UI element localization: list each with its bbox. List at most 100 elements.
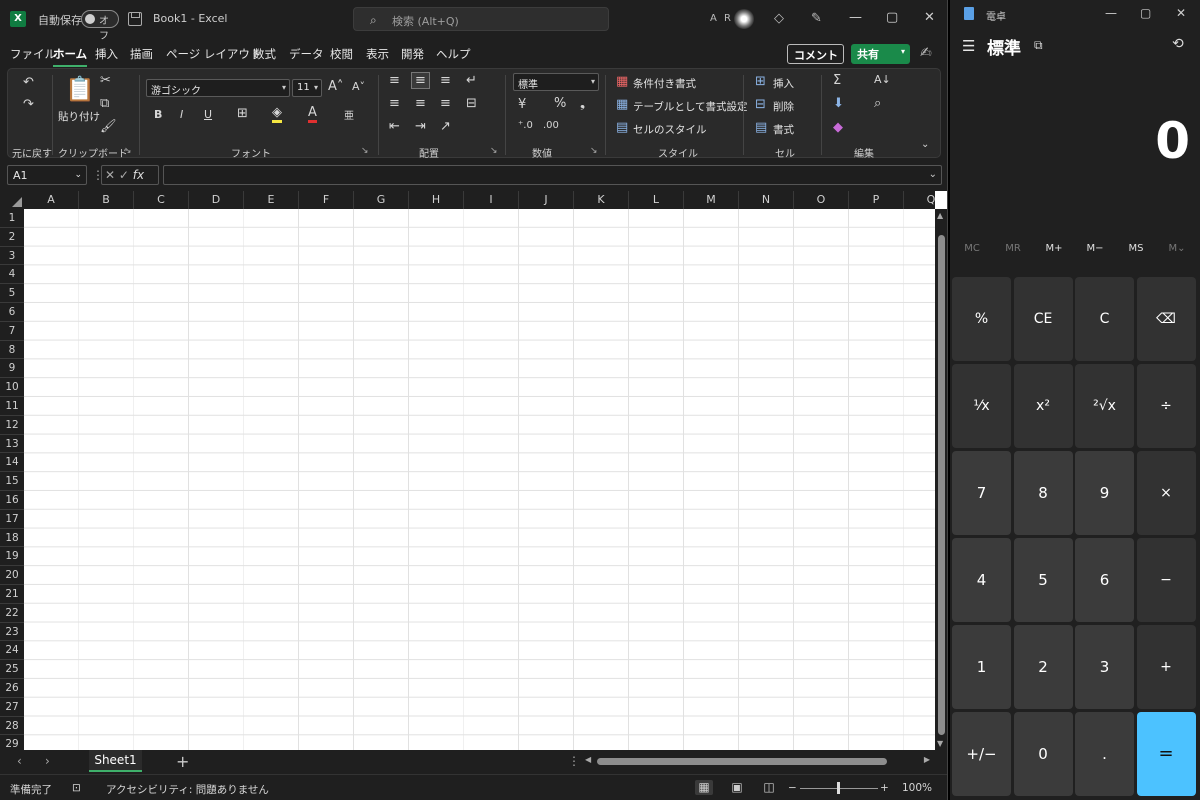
cell-styles-button[interactable]: セルのスタイル: [633, 122, 707, 137]
decimal-button[interactable]: .: [1075, 712, 1134, 796]
launcher-icon[interactable]: ↘: [490, 146, 498, 156]
memory-list-button[interactable]: M⌄: [1157, 243, 1197, 254]
tab-help[interactable]: ヘルプ: [436, 46, 471, 62]
row-header[interactable]: 1: [0, 209, 24, 228]
accessibility-status[interactable]: アクセシビリティ: 問題ありません: [106, 782, 269, 797]
column-header[interactable]: P: [849, 191, 904, 209]
row-header[interactable]: 5: [0, 284, 24, 303]
square-root-button[interactable]: ²√x: [1075, 364, 1134, 448]
redo-icon[interactable]: ↷: [23, 97, 34, 112]
row-header[interactable]: 13: [0, 435, 24, 454]
row-header[interactable]: 27: [0, 698, 24, 717]
memory-subtract-button[interactable]: M−: [1075, 243, 1115, 254]
tab-data[interactable]: データ: [289, 46, 324, 62]
column-header[interactable]: Q: [904, 191, 935, 209]
close-button[interactable]: ✕: [1176, 6, 1186, 20]
column-header[interactable]: B: [79, 191, 134, 209]
autosum-icon[interactable]: Σ: [833, 73, 841, 88]
font-size-select[interactable]: 11 ▾: [292, 79, 322, 97]
plus-button[interactable]: +: [1136, 625, 1196, 709]
row-header[interactable]: 6: [0, 303, 24, 322]
launcher-icon[interactable]: ↘: [124, 146, 132, 156]
row-header[interactable]: 19: [0, 547, 24, 567]
column-header[interactable]: H: [409, 191, 464, 209]
close-button[interactable]: ✕: [924, 10, 935, 25]
keep-on-top-icon[interactable]: ⧉: [1034, 38, 1043, 53]
row-header[interactable]: 28: [0, 717, 24, 736]
column-header[interactable]: F: [299, 191, 354, 209]
row-header[interactable]: 24: [0, 641, 24, 661]
row-header[interactable]: 17: [0, 510, 24, 529]
tab-view[interactable]: 表示: [366, 46, 389, 62]
row-header[interactable]: 26: [0, 679, 24, 698]
column-header[interactable]: M: [684, 191, 739, 209]
collapse-ribbon-icon[interactable]: ⌄: [921, 139, 929, 150]
avatar[interactable]: [734, 9, 754, 29]
merge-center-icon[interactable]: ⊟: [466, 96, 477, 111]
chevron-left-icon[interactable]: ‹: [17, 754, 22, 768]
formula-input[interactable]: ⌄: [163, 165, 942, 185]
save-icon[interactable]: [128, 12, 142, 26]
italic-icon[interactable]: I: [180, 108, 183, 121]
six-button[interactable]: 6: [1075, 538, 1134, 622]
minus-button[interactable]: −: [1136, 538, 1196, 622]
more-icon[interactable]: ⋮: [568, 754, 580, 768]
sheet-tab[interactable]: Sheet1: [89, 750, 142, 772]
scroll-up-icon[interactable]: ▲: [937, 211, 943, 220]
tab-insert[interactable]: 挿入: [95, 46, 118, 62]
grow-font-icon[interactable]: A˄: [328, 79, 343, 94]
row-header[interactable]: 16: [0, 491, 24, 510]
zero-button[interactable]: 0: [1013, 712, 1073, 796]
page-break-view-icon[interactable]: ◫: [760, 780, 778, 795]
percent-icon[interactable]: %: [554, 96, 566, 111]
paste-label[interactable]: 貼り付け: [58, 109, 100, 124]
negate-button[interactable]: +/−: [952, 712, 1011, 796]
maximize-button[interactable]: ▢: [1140, 6, 1151, 20]
eight-button[interactable]: 8: [1013, 451, 1073, 535]
row-header[interactable]: 14: [0, 453, 24, 473]
font-name-select[interactable]: 游ゴシック ▾: [146, 79, 290, 97]
row-header[interactable]: 21: [0, 585, 24, 604]
percent-button[interactable]: %: [952, 277, 1011, 361]
format-cells-button[interactable]: 書式: [773, 122, 794, 137]
one-button[interactable]: 1: [952, 625, 1011, 709]
divide-button[interactable]: ÷: [1136, 364, 1196, 448]
underline-icon[interactable]: U: [204, 108, 212, 121]
align-left-icon[interactable]: ≡: [389, 96, 400, 111]
select-all-button[interactable]: [0, 191, 24, 209]
diamond-icon[interactable]: ◇: [774, 11, 784, 26]
row-header[interactable]: 7: [0, 322, 24, 341]
row-header[interactable]: 3: [0, 247, 24, 266]
seven-button[interactable]: 7: [952, 451, 1011, 535]
row-header[interactable]: 10: [0, 378, 24, 397]
shrink-font-icon[interactable]: A˅: [352, 80, 365, 93]
chevron-right-icon[interactable]: ›: [45, 754, 50, 768]
zoom-in-icon[interactable]: +: [880, 782, 889, 794]
page-layout-view-icon[interactable]: ▣: [728, 780, 746, 795]
column-header[interactable]: C: [134, 191, 189, 209]
history-icon[interactable]: ⟲: [1172, 36, 1184, 52]
clear-icon[interactable]: ◆: [833, 120, 843, 135]
paste-icon[interactable]: 📋: [65, 75, 95, 103]
clear-button[interactable]: C: [1075, 277, 1134, 361]
four-button[interactable]: 4: [952, 538, 1011, 622]
comma-style-icon[interactable]: ❟: [580, 96, 585, 111]
coauthor-icon[interactable]: ✍: [920, 45, 932, 61]
format-painter-icon[interactable]: 🖌: [100, 119, 117, 134]
delete-cells-button[interactable]: 削除: [773, 99, 794, 114]
row-header[interactable]: 4: [0, 265, 24, 285]
row-header[interactable]: 15: [0, 472, 24, 491]
conditional-format-button[interactable]: 条件付き書式: [633, 76, 696, 91]
format-as-table-button[interactable]: テーブルとして書式設定: [633, 99, 748, 114]
row-header[interactable]: 23: [0, 623, 24, 642]
horizontal-scrollbar[interactable]: ◀ ▶: [585, 755, 930, 767]
zoom-slider-thumb[interactable]: [837, 782, 840, 794]
tab-formulas[interactable]: 数式: [253, 46, 276, 62]
tab-file[interactable]: ファイル: [10, 46, 56, 62]
align-bottom-icon[interactable]: ≡: [440, 73, 451, 88]
zoom-level[interactable]: 100%: [902, 782, 932, 794]
normal-view-icon[interactable]: ▦: [695, 780, 713, 795]
vertical-scrollbar[interactable]: ▲ ▼: [935, 209, 947, 750]
column-header[interactable]: L: [629, 191, 684, 209]
enter-icon[interactable]: ✓: [119, 168, 129, 182]
